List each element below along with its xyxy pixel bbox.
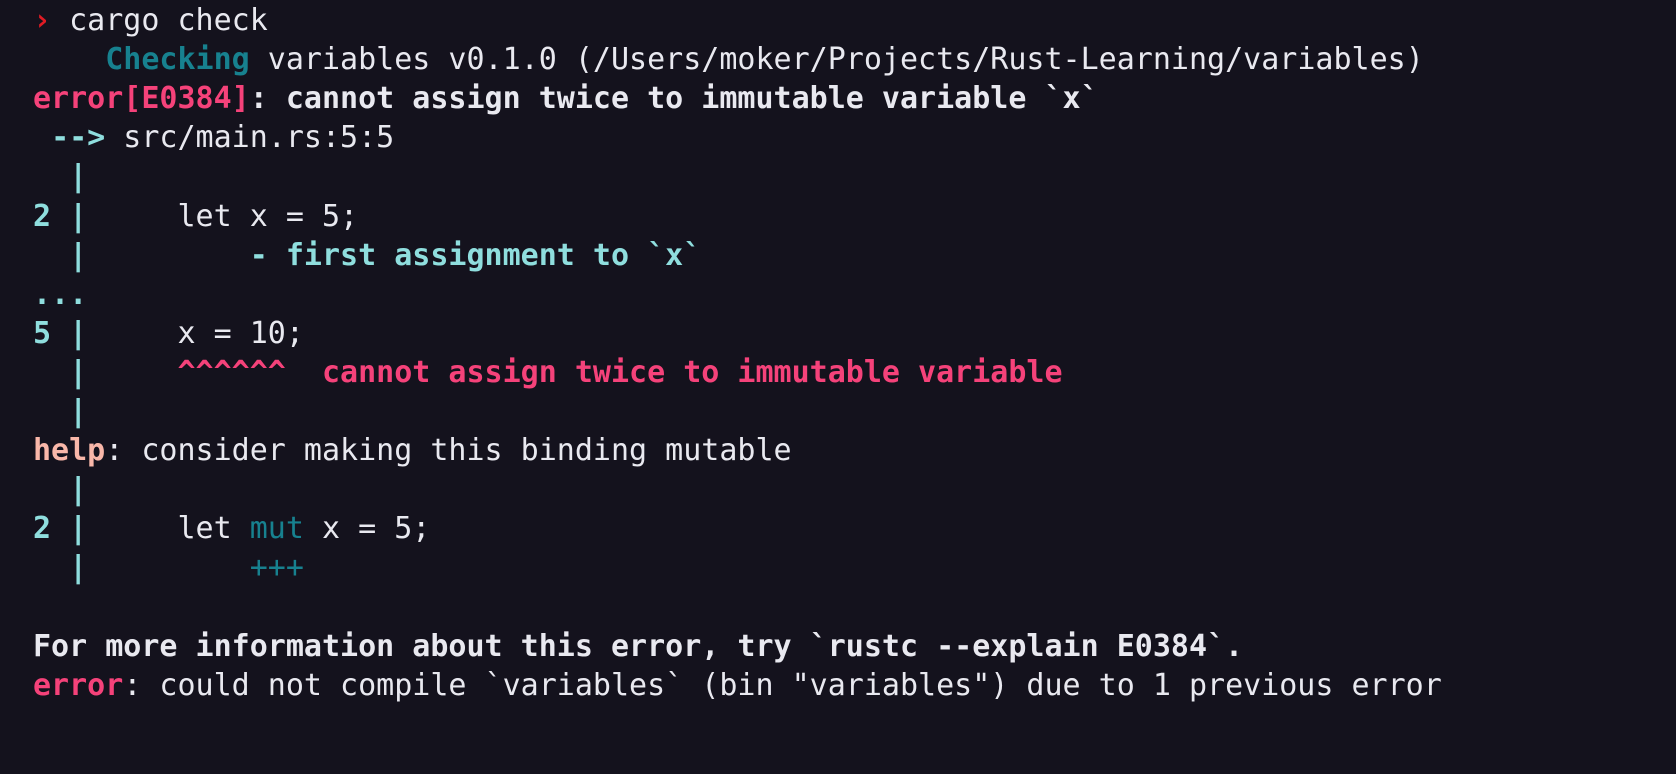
help-line-seg-0: help bbox=[33, 433, 106, 469]
terminal-line-plus-marker-line: | +++ bbox=[33, 548, 304, 587]
caret-line-seg-0: | bbox=[33, 354, 88, 390]
caret-line-seg-2: cannot assign twice to immutable variabl… bbox=[285, 354, 1063, 390]
terminal-line-more-info-line: For more information about this error, t… bbox=[33, 627, 1243, 666]
more-info-line-seg-0: For more information about this error, t… bbox=[33, 628, 1244, 664]
checking-line-seg-2: variables v0.1.0 (/Users/moker/Projects/… bbox=[249, 42, 1424, 78]
terminal-line-blank-line-1 bbox=[33, 588, 51, 627]
final-error-line-seg-1: : could not compile `variables` (bin "va… bbox=[123, 667, 1442, 703]
final-error-line-seg-0: error bbox=[33, 667, 124, 703]
checking-line-seg-0 bbox=[33, 42, 105, 77]
terminal-line-suggestion-line-2: 2 | let mut x = 5; bbox=[33, 509, 430, 548]
suggestion-line-2-seg-0: 2 | bbox=[33, 511, 88, 547]
suggestion-line-2-seg-2: mut bbox=[249, 511, 304, 547]
source-line-5-seg-0: 5 | bbox=[33, 315, 88, 351]
gutter-bar-2-seg-0: | bbox=[33, 394, 88, 429]
source-line-5-seg-1: x = 10; bbox=[87, 315, 304, 351]
terminal-line-help-line: help: consider making this binding mutab… bbox=[33, 431, 792, 470]
terminal-line-gutter-bar-1: | bbox=[33, 157, 87, 196]
prompt-line-seg-1: cargo check bbox=[51, 3, 268, 38]
terminal-line-location-line: --> src/main.rs:5:5 bbox=[33, 118, 394, 157]
ellipsis-line-seg-0: ... bbox=[33, 276, 88, 312]
source-line-2-seg-0: 2 | bbox=[33, 198, 88, 234]
terminal-line-source-line-5: 5 | x = 10; bbox=[33, 314, 304, 353]
terminal-line-error-header-line: error[E0384]: cannot assign twice to imm… bbox=[33, 79, 1099, 118]
terminal-line-gutter-bar-2: | bbox=[33, 392, 87, 431]
terminal-line-ellipsis-line: ... bbox=[33, 275, 87, 314]
terminal-line-prompt-line: › cargo check bbox=[33, 1, 268, 40]
first-assignment-label-seg-1: - first assignment to `x` bbox=[87, 237, 702, 273]
terminal-window[interactable]: › cargo check Checking variables v0.1.0 … bbox=[0, 0, 1676, 774]
error-header-line-seg-0: error[E0384] bbox=[33, 81, 250, 117]
gutter-bar-3-seg-0: | bbox=[33, 472, 88, 508]
terminal-line-source-line-2: 2 | let x = 5; bbox=[33, 197, 358, 236]
location-line-seg-0 bbox=[33, 120, 51, 155]
help-line-seg-1: : consider making this binding mutable bbox=[105, 433, 792, 469]
terminal-line-final-error-line: error: could not compile `variables` (bi… bbox=[33, 666, 1442, 705]
gutter-bar-1-seg-0: | bbox=[33, 159, 88, 195]
prompt-line-seg-0: › bbox=[33, 3, 52, 38]
location-line-seg-1: --> bbox=[51, 120, 106, 156]
checking-line-seg-1: Checking bbox=[105, 42, 250, 78]
terminal-line-gutter-bar-3: | bbox=[33, 470, 87, 509]
suggestion-line-2-seg-1: let bbox=[87, 511, 250, 547]
plus-marker-line-seg-1: +++ bbox=[87, 550, 304, 586]
plus-marker-line-seg-0: | bbox=[33, 550, 88, 586]
location-line-seg-2: src/main.rs:5:5 bbox=[105, 120, 395, 156]
caret-line-seg-1: ^^^^^^ bbox=[87, 354, 286, 390]
terminal-line-caret-line: | ^^^^^^ cannot assign twice to immutabl… bbox=[33, 353, 1063, 392]
first-assignment-label-seg-0: | bbox=[33, 237, 88, 273]
source-line-2-seg-1: let x = 5; bbox=[87, 198, 359, 234]
suggestion-line-2-seg-3: x = 5; bbox=[303, 511, 431, 547]
terminal-line-first-assignment-label: | - first assignment to `x` bbox=[33, 236, 701, 275]
error-header-line-seg-1: : cannot assign twice to immutable varia… bbox=[249, 81, 1099, 117]
terminal-line-checking-line: Checking variables v0.1.0 (/Users/moker/… bbox=[33, 40, 1424, 79]
